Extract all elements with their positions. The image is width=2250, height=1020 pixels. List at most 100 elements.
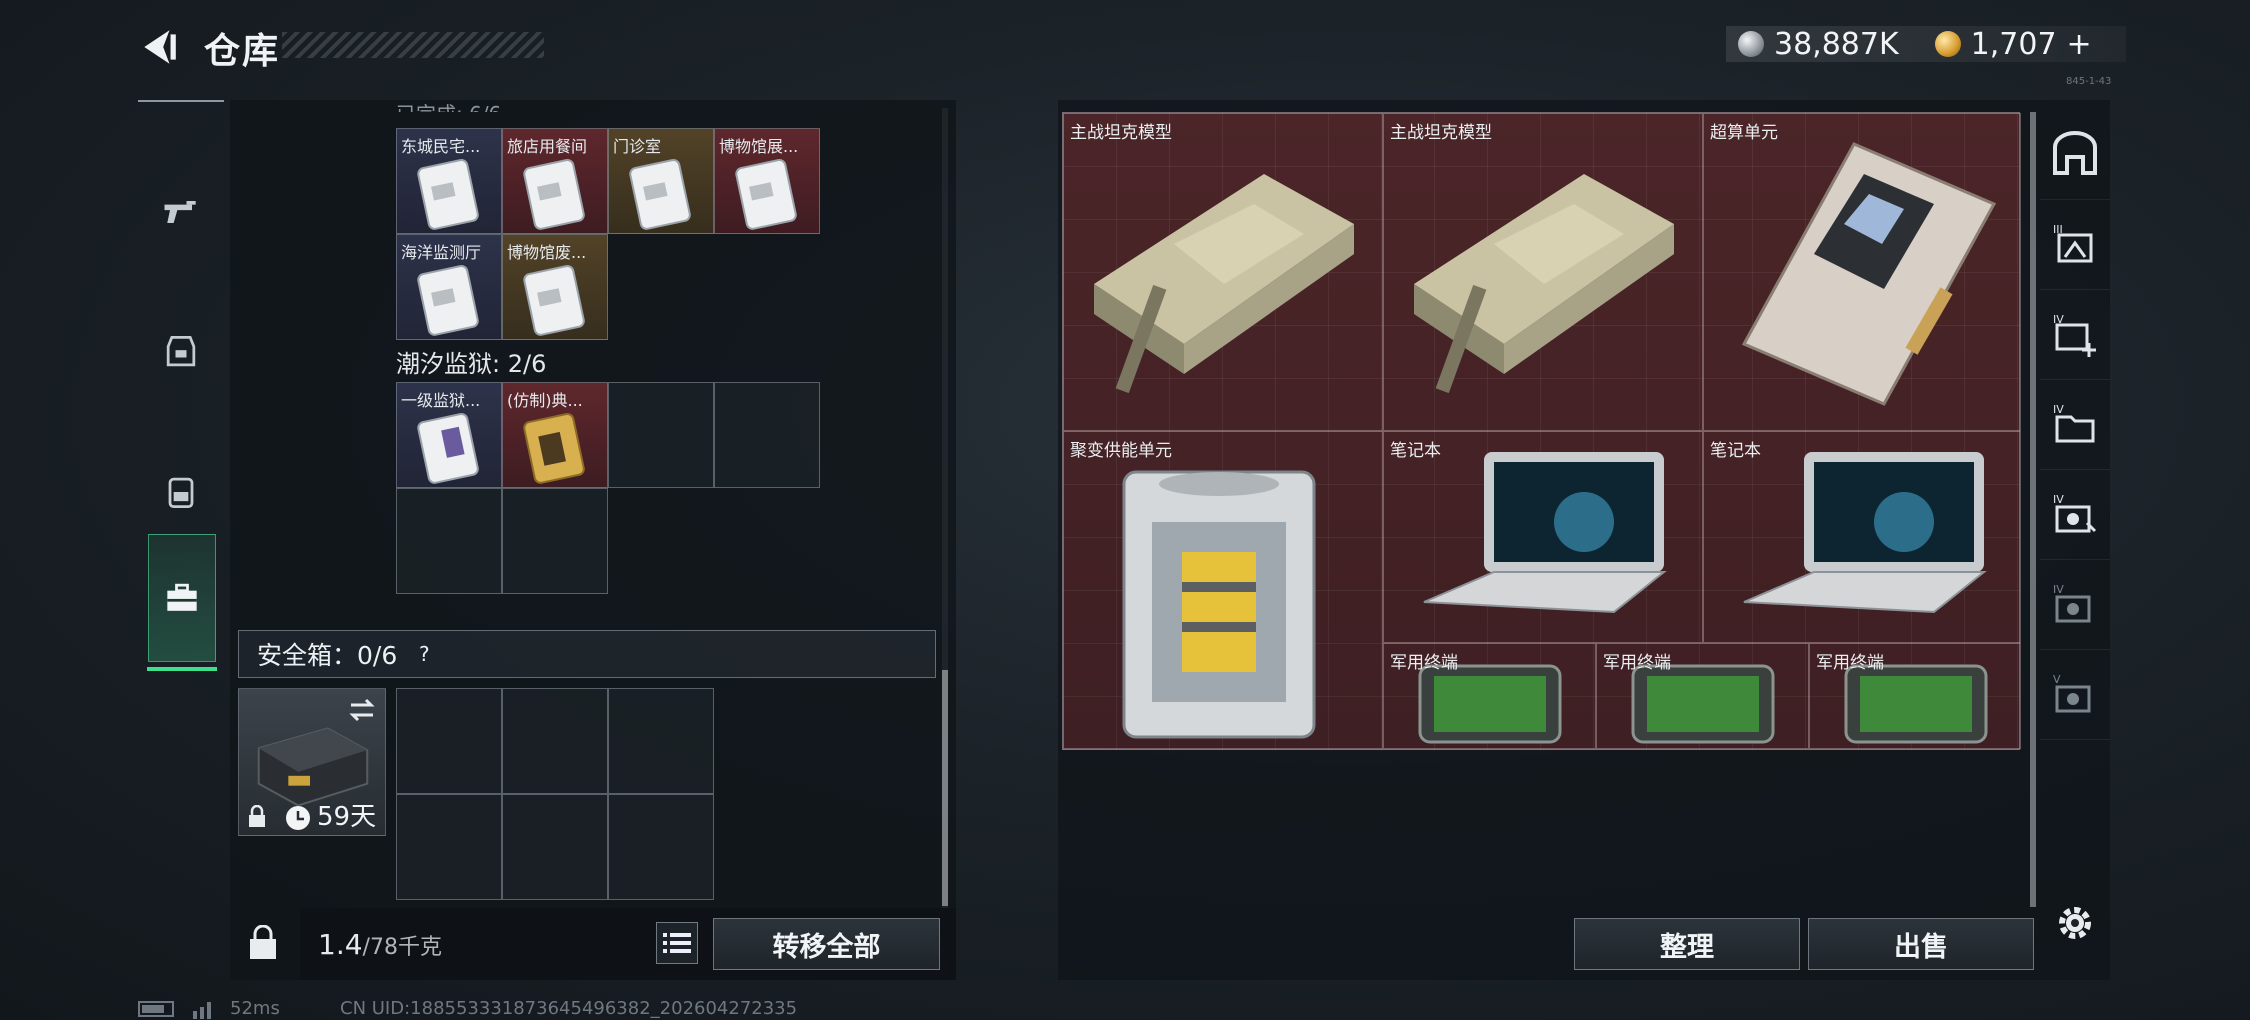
- weight-readout: 1.4/78千克: [318, 928, 442, 961]
- list-icon: [663, 933, 691, 953]
- key-card-icon: [735, 159, 797, 230]
- key-card-slot[interactable]: 海洋监测厅: [396, 234, 502, 340]
- empty-slot[interactable]: [608, 382, 714, 488]
- page-title: 仓库: [204, 31, 281, 72]
- stash-tab-home[interactable]: [2040, 110, 2110, 200]
- stash-tab-5[interactable]: IV: [2040, 560, 2110, 650]
- svg-text:IV: IV: [2053, 313, 2064, 326]
- ping-text: 52ms: [230, 998, 280, 1019]
- item-name: 海洋监测厅: [401, 243, 482, 262]
- battery-icon: [138, 1000, 174, 1017]
- key-card-icon: [523, 265, 585, 336]
- compute-board-icon: [1741, 142, 1997, 406]
- days-remaining: 59天: [317, 802, 377, 832]
- gold-key-card-icon: [523, 413, 585, 484]
- category-weapons[interactable]: [138, 142, 224, 282]
- key-card-slot[interactable]: 东城民宅...: [396, 128, 502, 234]
- stash-item-board[interactable]: 超算单元: [1703, 113, 2021, 431]
- item-name: 军用终端: [1603, 653, 1671, 673]
- chest-rig-icon: [166, 335, 196, 367]
- safebox-header: 安全箱：0/6 ?: [238, 630, 936, 678]
- sort-button[interactable]: 整理: [1574, 918, 1800, 970]
- empty-slot[interactable]: [396, 488, 502, 594]
- stash-scrollbar[interactable]: [2030, 112, 2036, 907]
- item-name: 博物馆展...: [719, 137, 799, 156]
- silver-amount: 38,887K: [1774, 26, 1899, 62]
- lock-icon: [249, 805, 265, 827]
- storage-tier-icon: III: [2053, 223, 2093, 262]
- empty-slot[interactable]: [714, 382, 820, 488]
- stash-tab-6[interactable]: V: [2040, 650, 2110, 740]
- tank-model-icon: [1094, 174, 1354, 394]
- storage-folder-icon: IV: [2053, 403, 2095, 442]
- stash-item-tank[interactable]: 主战坦克模型: [1063, 113, 1383, 431]
- empty-slot[interactable]: [608, 794, 714, 900]
- key-card-icon: [523, 159, 585, 230]
- completed-heading: 已完成: 6/6: [396, 98, 501, 112]
- list-view-button[interactable]: [656, 922, 698, 964]
- empty-slot[interactable]: [502, 794, 608, 900]
- stash-item-laptop[interactable]: 笔记本: [1383, 431, 1703, 643]
- empty-slot[interactable]: [396, 688, 502, 794]
- item-name: 笔记本: [1390, 441, 1441, 461]
- key-card-slot[interactable]: 门诊室: [608, 128, 714, 234]
- sell-button[interactable]: 出售: [1808, 918, 2034, 970]
- stash-item-terminal[interactable]: 军用终端: [1383, 643, 1596, 749]
- stash-item-tank[interactable]: 主战坦克模型: [1383, 113, 1703, 431]
- item-name: 一级监狱...: [401, 391, 481, 410]
- key-card-slot[interactable]: 博物馆废...: [502, 234, 608, 340]
- stash-tab-selected[interactable]: IV: [2040, 470, 2110, 560]
- category-cases[interactable]: [147, 534, 217, 671]
- weight-lock-icon: [250, 925, 276, 959]
- empty-slot[interactable]: [396, 794, 502, 900]
- add-storage-icon: IV: [2053, 313, 2096, 357]
- add-gold-button[interactable]: +: [2067, 27, 2092, 62]
- safebox-label: 安全箱：0/6: [257, 641, 398, 670]
- pistol-icon: [164, 201, 196, 223]
- back-button[interactable]: [138, 26, 180, 68]
- key-card-slot[interactable]: 博物馆展...: [714, 128, 820, 234]
- help-button[interactable]: ?: [409, 639, 439, 669]
- item-name: (仿制)典...: [507, 391, 583, 410]
- stash-item-reactor[interactable]: 聚变供能单元: [1063, 431, 1383, 749]
- transfer-all-button[interactable]: 转移全部: [713, 918, 940, 970]
- empty-slot[interactable]: [502, 688, 608, 794]
- laptop-icon: [1743, 452, 1987, 614]
- stash-item-terminal[interactable]: 军用终端: [1596, 643, 1809, 749]
- gold-amount: 1,707: [1970, 26, 2057, 62]
- item-name: 笔记本: [1710, 441, 1761, 461]
- svg-text:V: V: [2053, 673, 2061, 686]
- key-card-slot[interactable]: 一级监狱...: [396, 382, 502, 488]
- stash-item-terminal[interactable]: 军用终端: [1809, 643, 2021, 749]
- empty-slot[interactable]: [502, 488, 608, 594]
- empty-slot[interactable]: [608, 688, 714, 794]
- back-arrow-icon: [144, 30, 176, 64]
- stash-tab-1[interactable]: III: [2040, 200, 2110, 290]
- container-scroll-thumb[interactable]: [942, 670, 948, 906]
- stash-tab-3[interactable]: IV: [2040, 380, 2110, 470]
- key-card-slot[interactable]: 旅店用餐间: [502, 128, 608, 234]
- safebox-item[interactable]: 59天: [238, 688, 386, 836]
- swap-icon[interactable]: [347, 695, 377, 725]
- case-icon: [167, 583, 197, 611]
- key-card-icon: [417, 265, 479, 336]
- settings-button[interactable]: [2052, 900, 2098, 946]
- currency-bar: 38,887K 1,707 +: [1726, 26, 2126, 62]
- stash-grid: 主战坦克模型 主战坦克模型 超算单元 聚变供能单元 笔记本 笔记本 军用终端 军…: [1062, 112, 2021, 750]
- item-name: 超算单元: [1710, 123, 1778, 143]
- signal-icon: [193, 1001, 211, 1019]
- stash-tab-add[interactable]: IV: [2040, 290, 2110, 380]
- item-name: 旅店用餐间: [507, 137, 588, 156]
- backpack-icon: [168, 477, 194, 509]
- weight-capacity: /78千克: [362, 935, 442, 960]
- stash-item-laptop[interactable]: 笔记本: [1703, 431, 2021, 643]
- item-name: 主战坦克模型: [1390, 123, 1492, 143]
- item-name: 门诊室: [613, 137, 662, 156]
- key-card-slot[interactable]: (仿制)典...: [502, 382, 608, 488]
- silver-coin-icon: [1738, 31, 1764, 57]
- category-chest-rig[interactable]: [138, 282, 224, 422]
- item-name: 军用终端: [1390, 653, 1458, 673]
- weight-lock-button[interactable]: [232, 910, 294, 976]
- tank-model-icon: [1414, 174, 1674, 394]
- storage-dim-icon: IV: [2053, 583, 2091, 622]
